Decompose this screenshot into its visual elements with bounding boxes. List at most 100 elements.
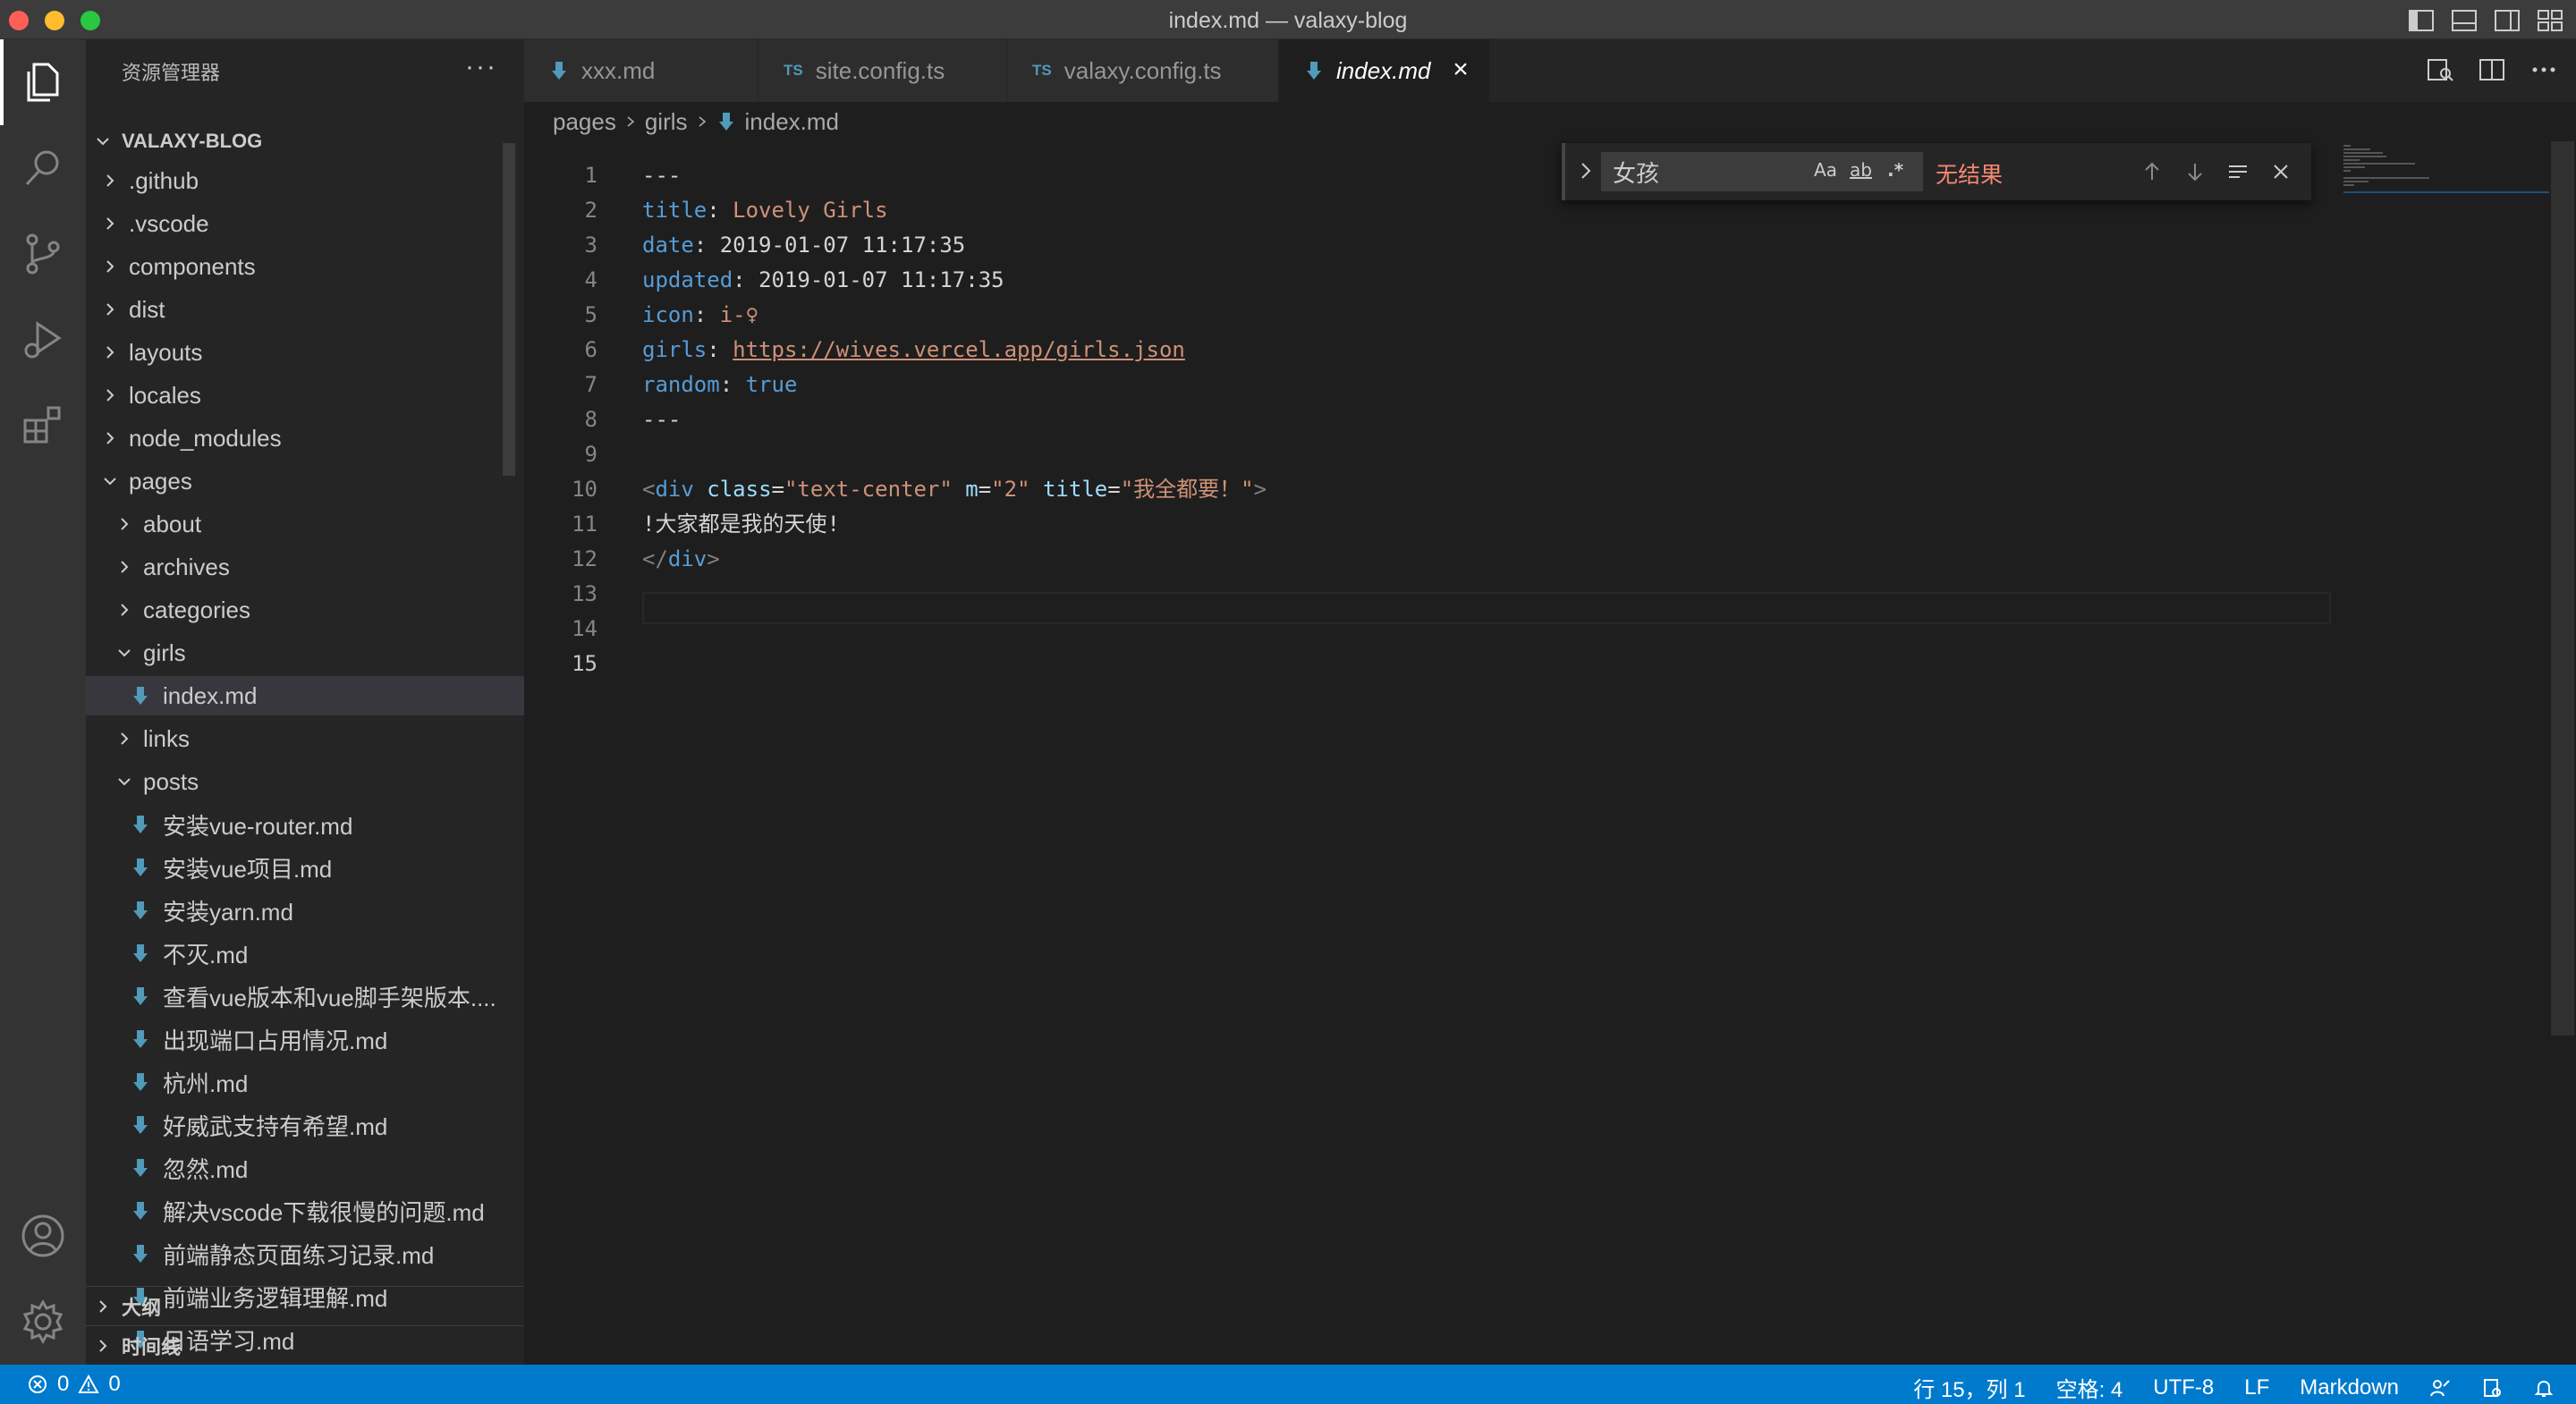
breadcrumb: pages girls index.md (524, 102, 2576, 141)
tree-folder[interactable]: about (86, 504, 524, 544)
customize-layout-icon[interactable] (2537, 8, 2563, 33)
find-input[interactable] (1601, 152, 1923, 191)
tree-file[interactable]: 不灭.md (86, 934, 524, 973)
tree-item-label: 不灭.md (163, 941, 249, 968)
live-share-icon[interactable] (2481, 1377, 2503, 1399)
tree-root-folder[interactable]: VALAXY-BLOG (86, 122, 524, 161)
match-whole-word-toggle[interactable]: ab (1850, 159, 1872, 181)
source-control-activity-button[interactable] (0, 211, 86, 297)
tree-folder[interactable]: .github (86, 161, 524, 200)
toggle-panel-icon[interactable] (2451, 8, 2478, 33)
indentation[interactable]: 空格: 4 (2056, 1372, 2123, 1403)
language-mode[interactable]: Markdown (2300, 1375, 2399, 1400)
previous-match-button[interactable] (2138, 157, 2166, 186)
tree-folder[interactable]: .vscode (86, 204, 524, 243)
bell-icon[interactable] (2533, 1377, 2555, 1399)
markdown-file-icon (131, 985, 150, 1008)
editor-actions (2426, 55, 2558, 84)
cursor-position[interactable]: 行 15，列 1 (1913, 1372, 2025, 1403)
tree-folder[interactable]: node_modules (86, 419, 524, 458)
tree-folder[interactable]: locales (86, 376, 524, 415)
code-line: 9 (524, 438, 2340, 470)
chevron-right-icon (98, 341, 122, 364)
breadcrumb-item-girls[interactable]: girls (645, 108, 688, 136)
tab-close-button[interactable]: × (1448, 56, 1473, 83)
tree-file[interactable]: index.md (86, 676, 524, 715)
tree-file[interactable]: 好威武支持有希望.md (86, 1105, 524, 1145)
markdown-file-icon (131, 813, 150, 836)
breadcrumb-item-file[interactable]: index.md (745, 108, 840, 136)
sidebar-scrollbar[interactable] (503, 143, 515, 476)
code-line: 4 updated: 2019-01-07 11:17:35 (524, 264, 2340, 296)
tab-valaxy-config-ts[interactable]: TS valaxy.config.ts (1007, 39, 1279, 102)
match-case-toggle[interactable]: Aa (1814, 159, 1837, 181)
tree-file[interactable]: 安装yarn.md (86, 891, 524, 930)
tab-index-md[interactable]: index.md × (1279, 39, 1490, 102)
tree-folder[interactable]: components (86, 247, 524, 286)
warning-icon (78, 1374, 100, 1393)
tree-folder[interactable]: layouts (86, 333, 524, 372)
tab-site-config-ts[interactable]: TS site.config.ts (758, 39, 1007, 102)
tree-file[interactable]: 杭州.md (86, 1062, 524, 1102)
find-in-selection-button[interactable] (2224, 157, 2252, 186)
tree-file[interactable]: 前端静态页面练习记录.md (86, 1234, 524, 1273)
open-preview-icon[interactable] (2426, 55, 2454, 84)
markdown-file-icon (549, 59, 569, 82)
tree-item-label: links (143, 724, 191, 752)
window-title: index.md — valaxy-blog (1168, 8, 1408, 33)
more-actions-icon[interactable] (2529, 55, 2558, 84)
tree-folder[interactable]: links (86, 719, 524, 758)
tree-folder[interactable]: posts (86, 762, 524, 801)
editor-scrollbar[interactable] (2551, 141, 2574, 1036)
tree-item-label: archives (143, 553, 230, 580)
markdown-file-icon (131, 1242, 150, 1265)
tree-file[interactable]: 出现端口占用情况.md (86, 1019, 524, 1059)
run-debug-activity-button[interactable] (0, 297, 86, 383)
manage-activity-button[interactable] (0, 1279, 86, 1365)
extensions-activity-button[interactable] (0, 383, 86, 469)
problems-indicator[interactable]: 0 0 (27, 1372, 121, 1397)
breadcrumb-item-pages[interactable]: pages (553, 108, 616, 136)
code-line: 5 icon: i-♀ (524, 299, 2340, 331)
tree-file[interactable]: 忽然.md (86, 1148, 524, 1188)
markdown-file-icon (131, 1156, 150, 1180)
tree-folder[interactable]: pages (86, 461, 524, 501)
tree-item-label: node_modules (129, 424, 282, 452)
tree-file[interactable]: 安装vue项目.md (86, 848, 524, 887)
tree-folder[interactable]: archives (86, 547, 524, 587)
outline-section[interactable]: 大纲 (86, 1286, 524, 1325)
explorer-activity-button[interactable] (0, 39, 86, 125)
use-regex-toggle[interactable]: .* (1887, 159, 1903, 181)
tree-item-label: index.md (163, 681, 258, 709)
tree-file[interactable]: 解决vscode下载很慢的问题.md (86, 1191, 524, 1231)
line-content: !大家都是我的天使! (642, 512, 840, 537)
line-number: 15 (572, 651, 597, 676)
minimap[interactable] (2343, 141, 2549, 195)
chevron-right-icon (98, 427, 122, 450)
tree-file[interactable]: 安装vue-router.md (86, 805, 524, 844)
chevron-down-icon (113, 770, 136, 793)
file-encoding[interactable]: UTF-8 (2153, 1375, 2214, 1400)
toggle-secondary-sidebar-icon[interactable] (2494, 8, 2521, 33)
code-line: 8 --- (524, 403, 2340, 436)
code-editor[interactable]: 1 --- 2 title: Lovely Girls 3 date: 2019-01-0… (524, 141, 2576, 1365)
tab-xxx-md[interactable]: xxx.md (524, 39, 758, 102)
feedback-icon[interactable] (2429, 1377, 2451, 1399)
tree-folder[interactable]: girls (86, 633, 524, 672)
tree-folder[interactable]: dist (86, 290, 524, 329)
explorer-more-actions-button[interactable]: ··· (465, 52, 497, 82)
tree-folder[interactable]: categories (86, 590, 524, 630)
line-content: title: Lovely Girls (642, 198, 888, 223)
close-find-button[interactable] (2267, 157, 2295, 186)
end-of-line[interactable]: LF (2244, 1375, 2269, 1400)
accounts-activity-button[interactable] (0, 1193, 86, 1279)
timeline-section[interactable]: 时间线 (86, 1325, 524, 1365)
chevron-right-icon[interactable] (1574, 159, 1597, 182)
status-right: 行 15，列 1 空格: 4 UTF-8 LF Markdown (1913, 1372, 2555, 1403)
search-activity-button[interactable] (0, 125, 86, 211)
split-editor-icon[interactable] (2478, 55, 2506, 84)
tree-item-label: locales (129, 381, 201, 409)
tree-file[interactable]: 查看vue版本和vue脚手架版本.... (86, 977, 524, 1016)
next-match-button[interactable] (2181, 157, 2209, 186)
toggle-primary-sidebar-icon[interactable] (2408, 8, 2435, 33)
